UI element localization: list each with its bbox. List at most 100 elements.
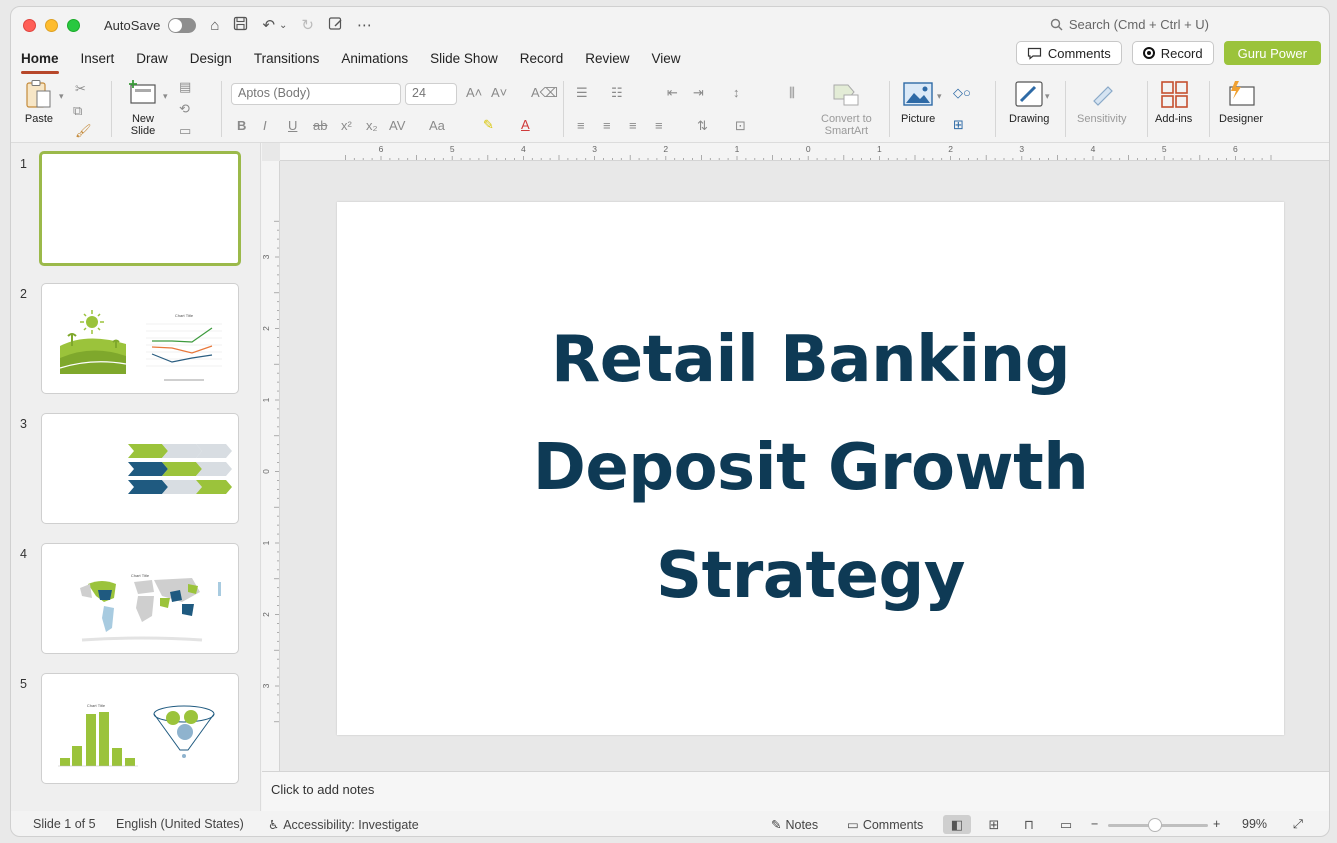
tab-design[interactable]: Design <box>190 49 232 68</box>
slide-thumbnail-3[interactable] <box>41 413 239 524</box>
highlight-icon[interactable]: ✎ <box>483 117 494 133</box>
slide-show-view-button[interactable]: ▭ <box>1052 815 1080 834</box>
accessibility-label: Accessibility: Investigate <box>283 818 419 832</box>
more-icon[interactable]: ⋯ <box>357 16 372 34</box>
new-slide-button[interactable]: New Slide <box>127 79 159 137</box>
drawing-button[interactable]: Drawing <box>1009 79 1049 125</box>
undo-dropdown-icon[interactable]: ⌄ <box>279 20 287 31</box>
record-button-label: Record <box>1160 45 1203 61</box>
bold-icon[interactable]: B <box>237 118 246 133</box>
notes-pane[interactable]: Click to add notes <box>262 771 1329 811</box>
convert-to-smartart-button[interactable]: Convert to SmartArt <box>821 79 872 137</box>
align-text-icon[interactable]: ⊡ <box>735 118 746 134</box>
undo-icon[interactable]: ↶ <box>262 16 275 34</box>
character-spacing-icon[interactable]: AV <box>389 118 405 133</box>
zoom-window-button[interactable] <box>67 18 80 32</box>
slide-thumbnail-row: 5 Chart Title <box>11 669 261 787</box>
superscript-icon[interactable]: x² <box>341 118 352 133</box>
align-left-icon[interactable]: ≡ <box>577 118 585 133</box>
new-slide-dropdown-icon[interactable]: ▾ <box>163 91 168 102</box>
tab-insert[interactable]: Insert <box>81 49 115 68</box>
slide-count: Slide 1 of 5 <box>33 817 96 831</box>
guru-power-button[interactable]: Guru Power <box>1223 41 1321 65</box>
tab-slide-show[interactable]: Slide Show <box>430 49 498 68</box>
home-icon[interactable]: ⌂ <box>210 17 219 34</box>
zoom-level[interactable]: 99% <box>1242 817 1267 831</box>
zoom-out-button[interactable]: − <box>1091 817 1098 831</box>
redo-icon[interactable]: ↻ <box>301 16 314 34</box>
tab-review[interactable]: Review <box>585 49 629 68</box>
underline-icon[interactable]: U <box>288 118 297 133</box>
comments-button[interactable]: Comments <box>1015 41 1122 65</box>
shapes-icon[interactable]: ◇○ <box>953 85 971 101</box>
picture-button[interactable]: Picture <box>901 79 935 125</box>
tab-home[interactable]: Home <box>21 49 59 74</box>
slide-thumbnail-5[interactable]: Chart Title <box>41 673 239 784</box>
addins-button[interactable]: Add-ins <box>1155 79 1192 125</box>
subscript-icon[interactable]: x₂ <box>366 118 378 133</box>
sensitivity-button[interactable]: Sensitivity <box>1077 79 1127 125</box>
save-icon[interactable] <box>233 16 248 35</box>
align-center-icon[interactable]: ≡ <box>603 118 611 133</box>
italic-icon[interactable]: I <box>263 118 267 133</box>
comments-toggle[interactable]: ▭ Comments <box>847 817 923 832</box>
section-icon[interactable]: ▭ <box>179 123 191 139</box>
align-right-icon[interactable]: ≡ <box>629 118 637 133</box>
drawing-dropdown-icon[interactable]: ▾ <box>1045 91 1050 102</box>
increase-font-icon[interactable]: A˄ <box>466 85 482 100</box>
slide-title[interactable]: Retail Banking Deposit Growth Strategy <box>337 306 1284 630</box>
format-painter-icon[interactable]: 🖌 <box>75 123 92 139</box>
record-button[interactable]: Record <box>1131 41 1214 65</box>
accessibility-status[interactable]: ♿︎ Accessibility: Investigate <box>268 817 419 832</box>
close-window-button[interactable] <box>23 18 36 32</box>
increase-indent-icon[interactable]: ⇥ <box>693 85 704 101</box>
designer-button[interactable]: Designer <box>1219 79 1263 125</box>
customize-icon[interactable] <box>328 16 343 35</box>
tab-draw[interactable]: Draw <box>136 49 168 68</box>
tab-transitions[interactable]: Transitions <box>254 49 320 68</box>
layout-icon[interactable]: ▤ <box>179 79 191 95</box>
justify-icon[interactable]: ≡ <box>655 118 663 133</box>
zoom-in-button[interactable]: + <box>1213 817 1220 831</box>
search-box[interactable]: Search (Cmd + Ctrl + U) <box>1050 17 1209 32</box>
line-spacing-icon[interactable]: ↕ <box>733 85 740 100</box>
clear-formatting-icon[interactable]: A⌫ <box>531 85 558 101</box>
decrease-indent-icon[interactable]: ⇤ <box>667 85 678 101</box>
paste-button[interactable]: Paste <box>23 79 55 125</box>
ribbon-separator <box>995 81 996 137</box>
slide-thumbnail-2[interactable]: Chart Title <box>41 283 239 394</box>
slide-thumbnail-1[interactable] <box>39 151 241 266</box>
slide-thumbnail-row: 2 Chart Title <box>11 279 261 397</box>
tab-animations[interactable]: Animations <box>341 49 408 68</box>
change-case-icon[interactable]: Aa <box>429 118 445 133</box>
tab-view[interactable]: View <box>652 49 681 68</box>
reading-view-button[interactable]: ⊓ <box>1015 815 1043 834</box>
current-slide-canvas[interactable]: Retail Banking Deposit Growth Strategy <box>337 202 1284 735</box>
paste-dropdown-icon[interactable]: ▾ <box>59 91 64 102</box>
tab-record[interactable]: Record <box>520 49 564 68</box>
slide-thumbnail-4[interactable]: Chart Title <box>41 543 239 654</box>
ruler-label: 2 <box>948 144 953 154</box>
fit-to-window-icon[interactable]: ⤢ <box>1293 817 1303 832</box>
zoom-slider-knob[interactable] <box>1148 818 1162 832</box>
bullets-icon[interactable]: ☰ <box>576 85 588 101</box>
minimize-window-button[interactable] <box>45 18 58 32</box>
copy-icon[interactable]: ⧉ <box>73 103 82 119</box>
picture-dropdown-icon[interactable]: ▾ <box>937 91 942 102</box>
font-size-select[interactable]: 24 <box>405 83 457 105</box>
text-box-icon[interactable]: ⊞ <box>953 117 964 133</box>
notes-toggle[interactable]: ✎ Notes <box>771 817 818 832</box>
cut-icon[interactable]: ✂ <box>75 81 86 97</box>
font-name-select[interactable]: Aptos (Body) <box>231 83 401 105</box>
autosave-toggle[interactable] <box>168 17 197 33</box>
strikethrough-icon[interactable]: ab <box>313 118 327 133</box>
normal-view-button[interactable]: ◧ <box>943 815 971 834</box>
slide-sorter-view-button[interactable]: ⊞ <box>980 815 1008 834</box>
reset-icon[interactable]: ⟲ <box>179 101 190 117</box>
columns-icon[interactable]: ⫼ <box>789 85 795 101</box>
decrease-font-icon[interactable]: A˅ <box>491 85 507 100</box>
text-direction-icon[interactable]: ⇅ <box>697 118 708 134</box>
language-status[interactable]: English (United States) <box>116 817 244 831</box>
font-color-icon[interactable]: A <box>521 117 530 132</box>
numbering-icon[interactable]: ☷ <box>611 85 623 101</box>
